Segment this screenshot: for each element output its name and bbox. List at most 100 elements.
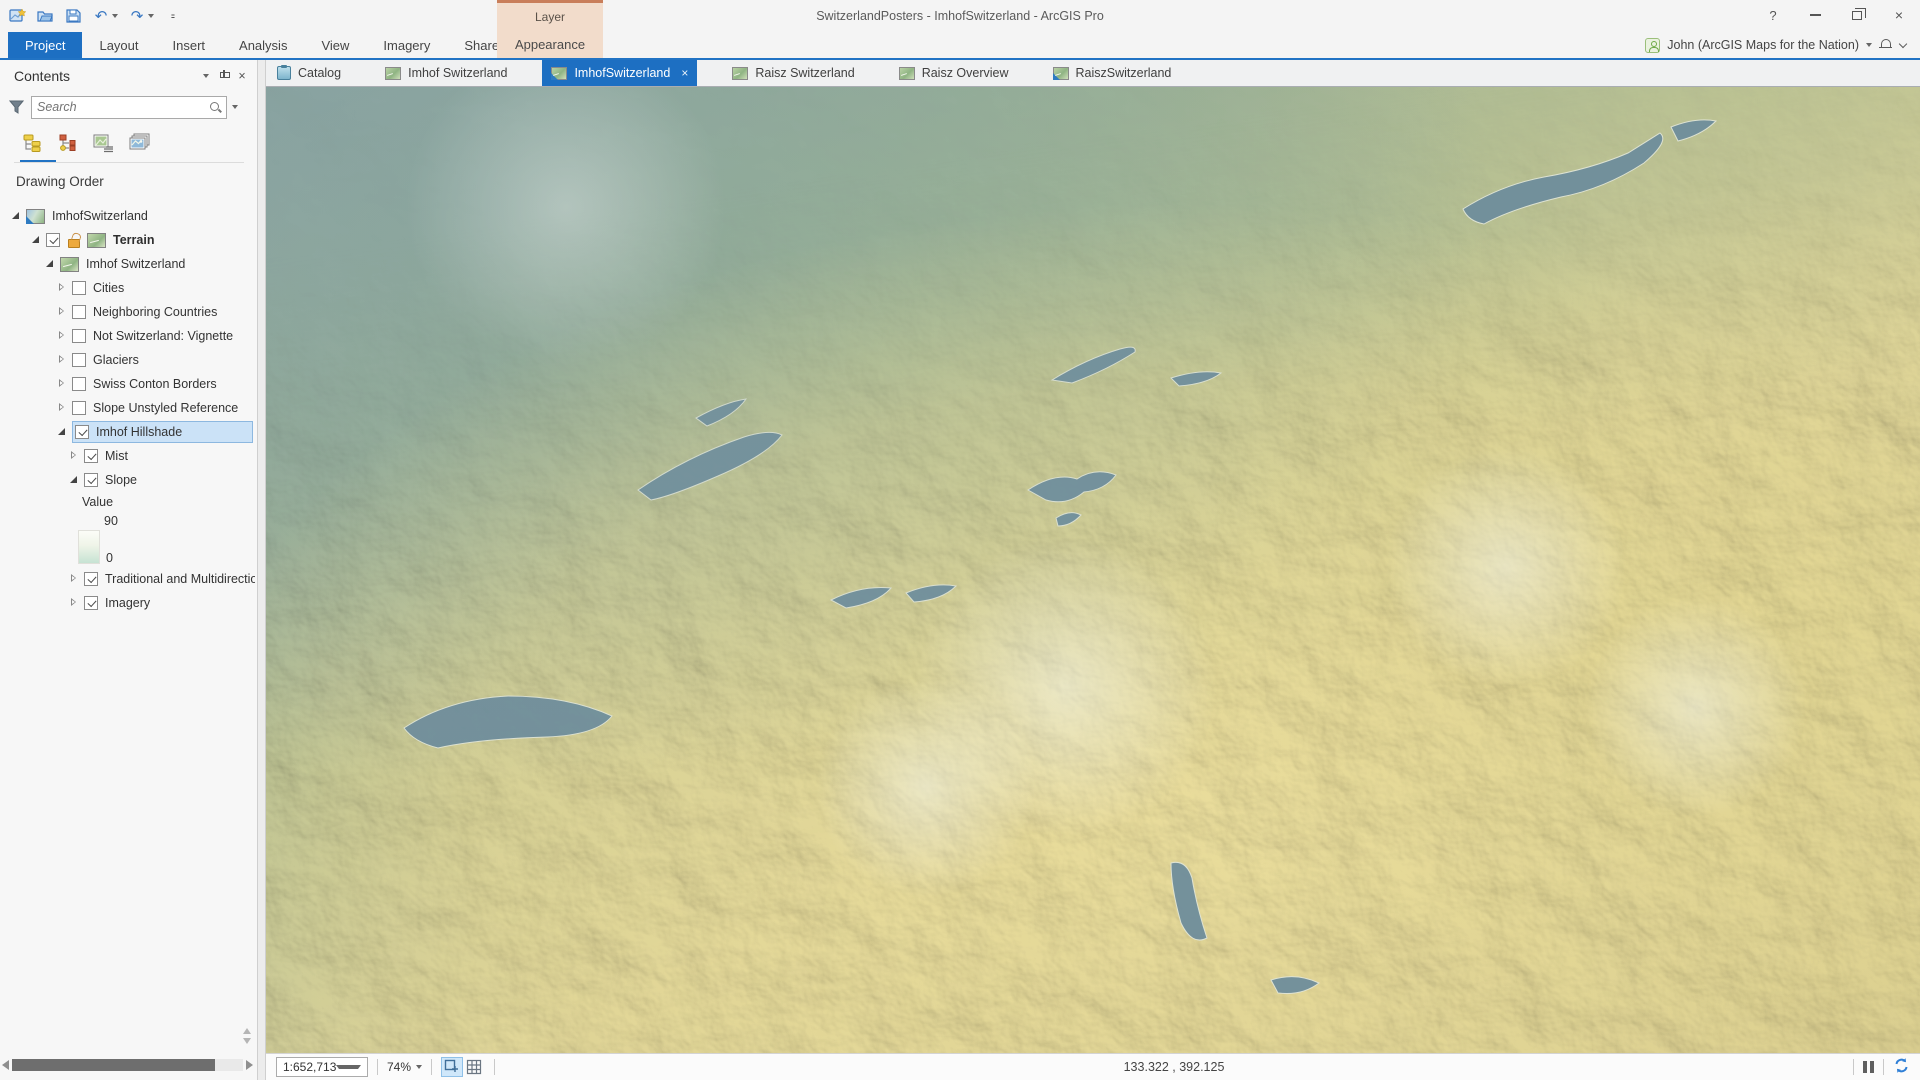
- redo-dropdown-icon[interactable]: [148, 14, 154, 18]
- list-by-selection-button[interactable]: [92, 130, 116, 156]
- new-project-icon[interactable]: [8, 7, 26, 25]
- tree-item-slope-unstyled-reference[interactable]: Slope Unstyled Reference: [0, 396, 255, 420]
- open-project-icon[interactable]: [36, 7, 54, 25]
- expander-icon[interactable]: [68, 450, 80, 462]
- redo-icon[interactable]: ↷: [128, 7, 146, 25]
- visibility-checkbox[interactable]: [84, 473, 98, 487]
- view-tab-imhofswitzerland-active[interactable]: ImhofSwitzerland ×: [542, 60, 697, 86]
- visibility-checkbox[interactable]: [72, 401, 86, 415]
- ribbon-tab-appearance[interactable]: Appearance: [497, 30, 603, 58]
- view-tab-raiszswitzerland[interactable]: RaiszSwitzerland: [1044, 60, 1181, 86]
- map-coordinates[interactable]: 133.322 , 392.125: [504, 1060, 1844, 1074]
- visibility-checkbox[interactable]: [75, 425, 89, 439]
- notifications-icon[interactable]: [1879, 38, 1893, 52]
- undo-dropdown-icon[interactable]: [112, 14, 118, 18]
- tree-item-slope[interactable]: Slope: [0, 468, 255, 492]
- expander-icon[interactable]: [56, 426, 68, 438]
- view-tab-raisz-overview[interactable]: Raisz Overview: [890, 60, 1018, 86]
- ribbon-tab-project[interactable]: Project: [8, 32, 82, 58]
- expander-icon[interactable]: [10, 210, 22, 222]
- expander-icon[interactable]: [68, 474, 80, 486]
- close-button[interactable]: ×: [1878, 0, 1920, 30]
- expander-icon[interactable]: [56, 306, 68, 318]
- ribbon-tab-imagery[interactable]: Imagery: [366, 32, 447, 58]
- map-scale-combobox[interactable]: 1:652,713: [276, 1057, 368, 1077]
- signed-in-user[interactable]: John (ArcGIS Maps for the Nation): [1667, 38, 1859, 52]
- pane-pin-button[interactable]: [215, 67, 233, 85]
- expander-icon[interactable]: [30, 234, 42, 246]
- tree-item-not-switzerland-vignette[interactable]: Not Switzerland: Vignette: [0, 324, 255, 348]
- filter-icon[interactable]: [9, 100, 24, 114]
- visibility-checkbox[interactable]: [84, 572, 98, 586]
- scroll-up-icon[interactable]: [243, 1028, 251, 1034]
- scroll-right-icon[interactable]: [246, 1060, 253, 1070]
- statusbar-right-controls: [1844, 1057, 1910, 1077]
- expander-icon[interactable]: [56, 402, 68, 414]
- scrollbar-thumb[interactable]: [12, 1059, 215, 1071]
- visibility-checkbox[interactable]: [72, 377, 86, 391]
- list-by-drawing-order-button[interactable]: [20, 130, 44, 156]
- visibility-checkbox[interactable]: [84, 596, 98, 610]
- pane-splitter[interactable]: [258, 60, 266, 1080]
- tree-item-imagery[interactable]: Imagery: [0, 591, 255, 615]
- ribbon-tab-analysis[interactable]: Analysis: [222, 32, 304, 58]
- visibility-checkbox[interactable]: [84, 449, 98, 463]
- contents-header: Contents ×: [0, 64, 251, 88]
- search-options-icon[interactable]: [232, 105, 238, 109]
- map-view[interactable]: [266, 86, 1920, 1053]
- expander-icon[interactable]: [68, 573, 80, 585]
- search-input[interactable]: [37, 100, 209, 114]
- zoom-level-control[interactable]: 74%: [387, 1060, 422, 1074]
- expander-icon[interactable]: [68, 597, 80, 609]
- tree-item-map[interactable]: ImhofSwitzerland: [0, 204, 255, 228]
- restore-button[interactable]: [1836, 0, 1878, 30]
- ribbon-collapse-icon[interactable]: [1899, 39, 1907, 47]
- tree-item-neighboring-countries[interactable]: Neighboring Countries: [0, 300, 255, 324]
- new-map-frame-button[interactable]: [441, 1057, 463, 1077]
- pause-drawing-button[interactable]: [1863, 1061, 1874, 1073]
- minimize-button[interactable]: [1794, 0, 1836, 30]
- expander-icon[interactable]: [56, 378, 68, 390]
- scroll-left-icon[interactable]: [2, 1060, 9, 1070]
- view-tab-imhof-switzerland-layout[interactable]: Imhof Switzerland: [376, 60, 516, 86]
- tree-item-imhof-switzerland[interactable]: Imhof Switzerland: [0, 252, 255, 276]
- list-by-editing-button[interactable]: [128, 130, 152, 156]
- view-tab-raisz-switzerland[interactable]: Raisz Switzerland: [723, 60, 863, 86]
- refresh-button[interactable]: [1893, 1057, 1910, 1077]
- visibility-checkbox[interactable]: [72, 353, 86, 367]
- tree-item-swiss-conton-borders[interactable]: Swiss Conton Borders: [0, 372, 255, 396]
- pane-menu-button[interactable]: [197, 67, 215, 85]
- tree-item-cities[interactable]: Cities: [0, 276, 255, 300]
- list-by-source-button[interactable]: [56, 130, 80, 156]
- statusbar-divider: [431, 1059, 432, 1075]
- customize-quick-access-icon[interactable]: ⹀: [164, 7, 182, 25]
- visibility-checkbox[interactable]: [72, 281, 86, 295]
- visibility-checkbox[interactable]: [72, 305, 86, 319]
- visibility-checkbox[interactable]: [72, 329, 86, 343]
- view-tab-catalog[interactable]: Catalog: [268, 60, 350, 86]
- scrollbar-track[interactable]: [12, 1059, 243, 1071]
- pane-close-button[interactable]: ×: [233, 67, 251, 85]
- help-button[interactable]: ?: [1752, 0, 1794, 30]
- expander-icon[interactable]: [56, 282, 68, 294]
- ribbon-tab-layout[interactable]: Layout: [82, 32, 155, 58]
- ribbon-tab-insert[interactable]: Insert: [156, 32, 223, 58]
- search-icon[interactable]: [209, 101, 221, 113]
- visibility-checkbox[interactable]: [46, 233, 60, 247]
- expander-icon[interactable]: [56, 354, 68, 366]
- tree-item-traditional-multidirectional[interactable]: Traditional and Multidirectiona: [0, 567, 255, 591]
- grid-view-button[interactable]: [463, 1057, 485, 1077]
- map-status-bar: 1:652,713 74% 133.322 , 392.125: [266, 1053, 1920, 1080]
- tree-item-imhof-hillshade[interactable]: Imhof Hillshade: [0, 420, 255, 444]
- account-dropdown-icon[interactable]: [1866, 43, 1872, 47]
- expander-icon[interactable]: [56, 330, 68, 342]
- tree-item-terrain-group[interactable]: Terrain: [0, 228, 255, 252]
- tree-item-glaciers[interactable]: Glaciers: [0, 348, 255, 372]
- save-project-icon[interactable]: [64, 7, 82, 25]
- tree-item-mist[interactable]: Mist: [0, 444, 255, 468]
- undo-icon[interactable]: ↶: [92, 7, 110, 25]
- ribbon-tab-view[interactable]: View: [304, 32, 366, 58]
- scroll-down-icon[interactable]: [243, 1038, 251, 1044]
- tab-close-icon[interactable]: ×: [681, 66, 688, 80]
- expander-icon[interactable]: [44, 258, 56, 270]
